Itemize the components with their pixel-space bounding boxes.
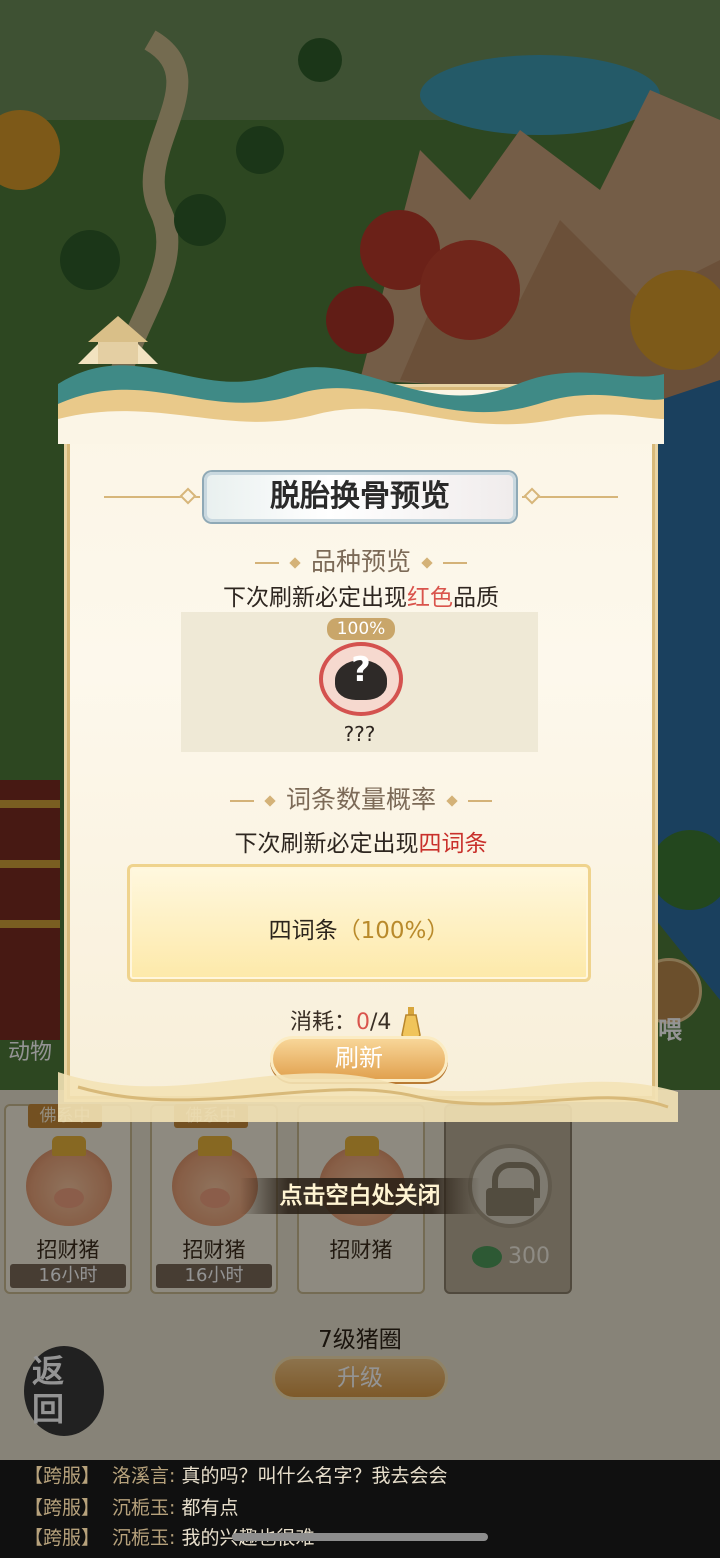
breed-section-heading: 品种预览 (64, 542, 658, 578)
chance-tag: 100% (327, 618, 395, 640)
entry-section-heading: 词条数量概率 (64, 780, 658, 816)
home-indicator[interactable] (232, 1533, 488, 1541)
candidate-name: ??? (343, 722, 376, 746)
entry-highlight: 四词条 (418, 831, 488, 857)
entry-description: 下次刷新必定出现四词条 (234, 831, 488, 857)
chat-message: 【跨服】 洛溪言: 真的吗？叫什么名字？我去会会 (24, 1465, 448, 1487)
rebirth-preview-modal: 脱胎换骨预览 品种预览 下次刷新必定出现红色品质 ? 100% ??? 词条数量… (58, 316, 678, 1122)
chat-message: 【跨服】 沉栀玉: 都有点 (24, 1497, 239, 1519)
breed-preview-box: ? 100% ??? (181, 612, 538, 752)
mystery-pig-icon[interactable]: ? (319, 642, 403, 716)
entry-probability-box: 四词条（100%） (127, 864, 591, 982)
pavilion-wave-decoration (58, 316, 664, 444)
cost-total: /4 (370, 1010, 392, 1035)
title-plate: 脱胎换骨预览 (204, 472, 516, 522)
modal-title: 脱胎换骨预览 (270, 479, 450, 514)
close-hint: 点击空白处关闭 (240, 1178, 480, 1214)
entry-probability: 四词条（100%） (268, 918, 450, 944)
cost-current: 0 (356, 1010, 371, 1035)
breed-description: 下次刷新必定出现红色品质 (223, 585, 499, 611)
chat-bar[interactable]: 【跨服】 洛溪言: 真的吗？叫什么名字？我去会会 【跨服】 沉栀玉: 都有点 【跨服… (0, 1460, 720, 1558)
quality-highlight: 红色 (407, 585, 453, 611)
cloud-wave-decoration (58, 1072, 678, 1122)
